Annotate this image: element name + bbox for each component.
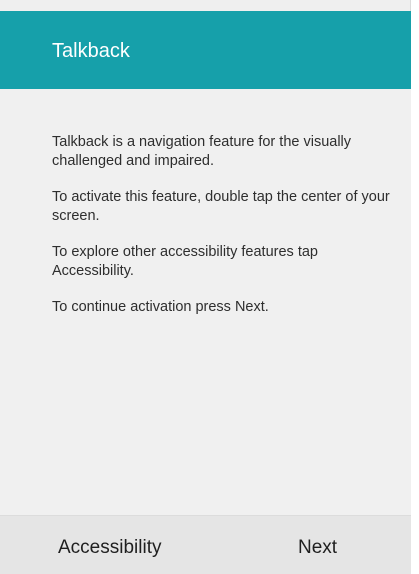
- button-bar: Accessibility Next: [0, 515, 411, 574]
- page-title: Talkback: [52, 40, 130, 62]
- content-area: Talkback is a navigation feature for the…: [0, 89, 411, 515]
- next-button[interactable]: Next: [298, 536, 337, 560]
- activation-instruction: To activate this feature, double tap the…: [52, 189, 390, 224]
- app-bar: Talkback: [0, 11, 411, 89]
- continue-instruction: To continue activation press Next.: [52, 299, 269, 315]
- description-paragraph: Talkback is a navigation feature for the…: [52, 134, 352, 169]
- accessibility-instruction: To explore other accessibility features …: [52, 244, 318, 279]
- talkback-dialog: Talkback Talkback is a navigation featur…: [0, 0, 411, 574]
- accessibility-button[interactable]: Accessibility: [58, 536, 161, 560]
